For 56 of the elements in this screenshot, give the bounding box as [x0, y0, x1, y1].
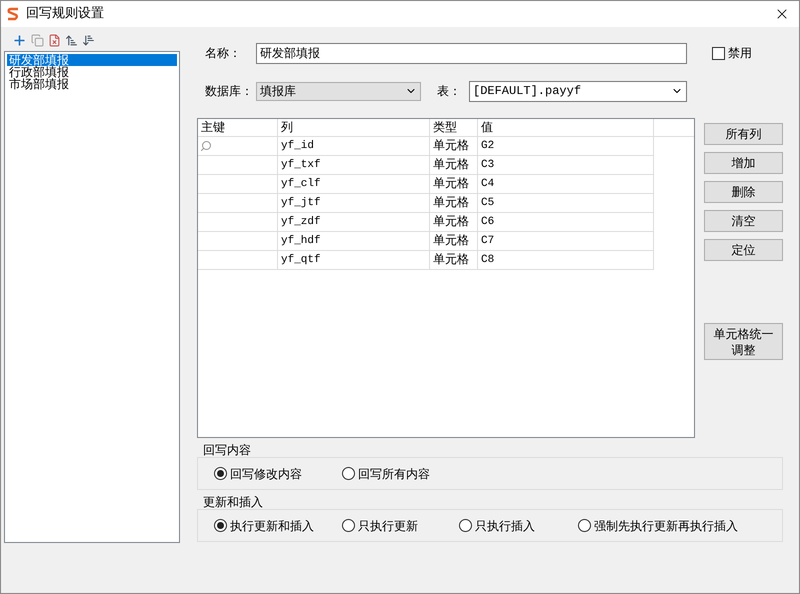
database-label: 数据库： — [204, 83, 254, 100]
table-cell: yf_qtf — [278, 251, 430, 270]
side-button[interactable]: 增加 — [704, 152, 783, 174]
table-cell: C8 — [478, 251, 654, 270]
app-logo-icon — [6, 7, 20, 21]
table-cell: C4 — [478, 175, 654, 194]
table-cell: yf_jtf — [278, 194, 430, 213]
table-cell: 单元格 — [430, 251, 478, 270]
column-header: 值 — [478, 119, 654, 137]
side-button[interactable]: 删除 — [704, 181, 783, 203]
table-cell: yf_txf — [278, 156, 430, 175]
column-header: 主键 — [198, 119, 278, 137]
rule-item[interactable]: 行政部填报 — [7, 66, 177, 78]
move-down-icon[interactable] — [82, 34, 95, 46]
table-cell: 单元格 — [430, 175, 478, 194]
column-header: 列 — [278, 119, 430, 137]
table-cell: G2 — [478, 137, 654, 156]
table-cell: 单元格 — [430, 213, 478, 232]
radio-option[interactable]: 只执行插入 — [459, 516, 578, 534]
rule-item[interactable]: 市场部填报 — [7, 78, 177, 90]
delete-file-icon[interactable] — [48, 34, 61, 46]
rule-item[interactable]: 研发部填报 — [7, 54, 177, 66]
table-cell: C3 — [478, 156, 654, 175]
radio-option[interactable]: 执行更新和插入 — [214, 516, 342, 534]
radio-option[interactable]: 强制先执行更新再执行插入 — [578, 516, 778, 534]
table-cell: 单元格 — [430, 194, 478, 213]
name-field[interactable]: 研发部填报 — [256, 42, 687, 64]
radio-option[interactable]: 回写所有内容 — [342, 464, 442, 482]
table-cell: C5 — [478, 194, 654, 213]
name-label: 名称： — [204, 45, 242, 62]
database-dropdown[interactable]: 填报库 — [256, 82, 421, 100]
table-cell: 单元格 — [430, 156, 478, 175]
table-label: 表： — [437, 83, 462, 100]
table-cell: yf_id — [278, 137, 430, 156]
side-button[interactable]: 定位 — [704, 239, 783, 261]
table-cell: 单元格 — [430, 137, 478, 156]
table-cell: yf_hdf — [278, 232, 430, 251]
group-title: 更新和插入 — [202, 495, 264, 509]
group-title: 回写内容 — [202, 443, 252, 457]
window-title: 回写规则设置 — [26, 5, 104, 24]
table-dropdown[interactable]: [DEFAULT].payyf — [469, 80, 687, 102]
adjust-button[interactable]: 单元格统一调整 — [704, 323, 783, 360]
column-header: 类型 — [430, 119, 478, 137]
add-icon[interactable] — [12, 32, 27, 48]
disable-checkbox[interactable] — [712, 46, 725, 60]
disable-label: 禁用 — [728, 45, 752, 62]
table-cell: C7 — [478, 232, 654, 251]
radio-option[interactable]: 回写修改内容 — [214, 464, 342, 482]
table-cell: C6 — [478, 213, 654, 232]
move-up-icon[interactable] — [65, 34, 78, 46]
side-button[interactable]: 清空 — [704, 210, 783, 232]
table-cell: yf_zdf — [278, 213, 430, 232]
table-cell: 单元格 — [430, 232, 478, 251]
radio-option[interactable]: 只执行更新 — [342, 516, 459, 534]
table-cell: yf_clf — [278, 175, 430, 194]
side-button[interactable]: 所有列 — [704, 123, 783, 145]
